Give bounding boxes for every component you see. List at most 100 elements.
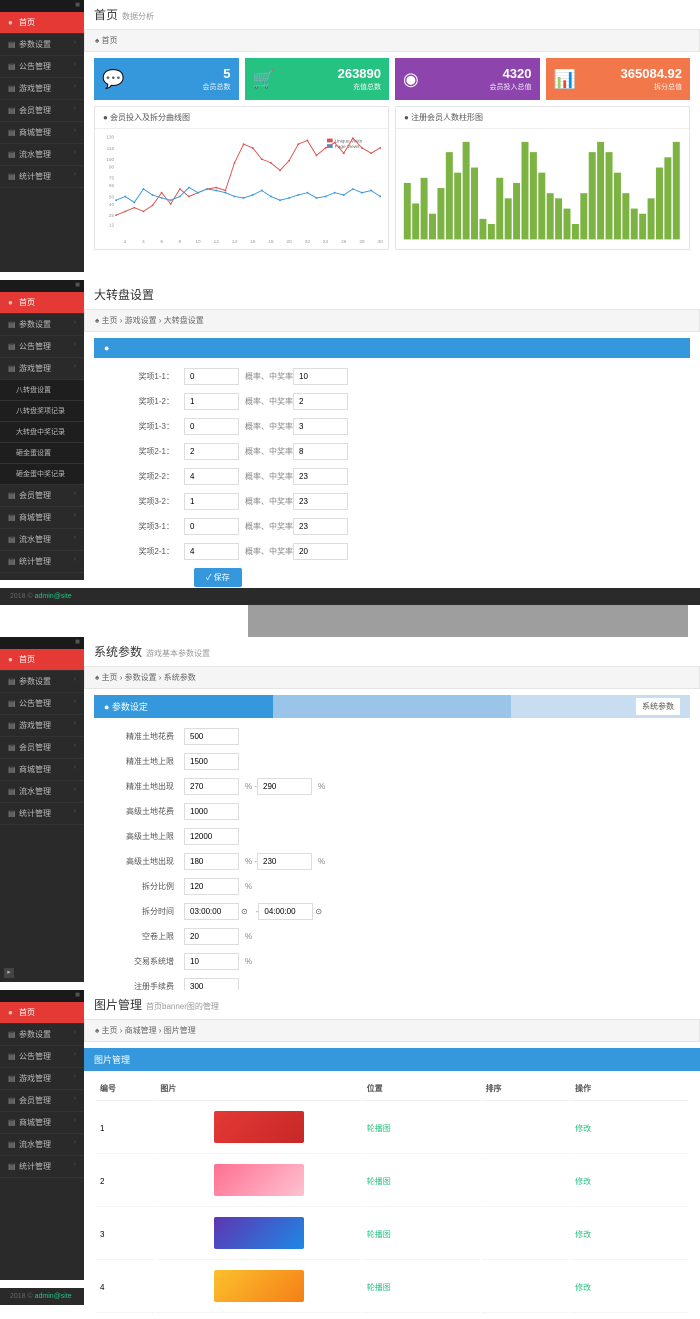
param-input[interactable]	[184, 953, 239, 970]
prize-input[interactable]	[184, 368, 239, 385]
prize-input[interactable]	[184, 518, 239, 535]
stat-card[interactable]: ◉4320会员投入总值	[395, 58, 540, 100]
param-input[interactable]	[258, 903, 313, 920]
sidebar-item[interactable]: ●首页	[0, 649, 84, 671]
param-input[interactable]	[184, 778, 239, 795]
sidebar-item[interactable]: ▤游戏管理›	[0, 78, 84, 100]
sidebar-item[interactable]: ▤流水管理›	[0, 1134, 84, 1156]
prize-input[interactable]	[184, 393, 239, 410]
sidebar-item[interactable]: ▤商城管理›	[0, 122, 84, 144]
edit-link[interactable]: 修改	[571, 1209, 688, 1260]
sidebar-item[interactable]: ▤会员管理›	[0, 737, 84, 759]
sidebar-item[interactable]: ▤统计管理›	[0, 1156, 84, 1178]
sidebar-item[interactable]: 八转盘设置	[0, 380, 84, 401]
param-input[interactable]	[184, 753, 239, 770]
cell-position[interactable]: 轮播图	[363, 1156, 480, 1207]
sidebar-item[interactable]: ▤流水管理›	[0, 144, 84, 166]
sidebar-item[interactable]: ▤商城管理›	[0, 1112, 84, 1134]
sidebar-item[interactable]: ▤会员管理›	[0, 485, 84, 507]
cell-position[interactable]: 轮播图	[363, 1209, 480, 1260]
param-input[interactable]	[184, 853, 239, 870]
rate-input[interactable]	[293, 468, 348, 485]
prize-input[interactable]	[184, 543, 239, 560]
param-input[interactable]	[184, 828, 239, 845]
sidebar-item[interactable]: ●首页	[0, 12, 84, 34]
cell-position[interactable]: 轮播图	[363, 1262, 480, 1313]
stat-card[interactable]: 🛒263890充值总数	[245, 58, 390, 100]
rate-input[interactable]	[293, 393, 348, 410]
sidebar-item[interactable]: ▤参数设置›	[0, 671, 84, 693]
sidebar-item[interactable]: ▤公告管理›	[0, 1046, 84, 1068]
banner-thumbnail[interactable]	[214, 1111, 304, 1143]
sidebar-item[interactable]: ▤流水管理›	[0, 781, 84, 803]
param-input[interactable]	[184, 928, 239, 945]
save-button[interactable]: ✓ 保存	[194, 568, 242, 587]
sidebar-item[interactable]: ▤公告管理›	[0, 693, 84, 715]
sidebar-toggle-icon[interactable]: ■	[0, 280, 84, 292]
sidebar-item[interactable]: 大转盘中奖记录	[0, 422, 84, 443]
sidebar-item[interactable]: ▤公告管理›	[0, 336, 84, 358]
rate-input[interactable]	[293, 543, 348, 560]
sidebar-item[interactable]: 砸金蛋设置	[0, 443, 84, 464]
prize-input[interactable]	[184, 443, 239, 460]
svg-text:75: 75	[109, 176, 115, 181]
sidebar-toggle-icon[interactable]: ■	[0, 637, 84, 649]
clock-icon[interactable]: ⊙	[241, 907, 248, 916]
rate-input[interactable]	[293, 443, 348, 460]
edit-link[interactable]: 修改	[571, 1156, 688, 1207]
sidebar-item[interactable]: ▤参数设置›	[0, 314, 84, 336]
sidebar-item[interactable]: ▤游戏管理›	[0, 358, 84, 380]
sidebar-item[interactable]: ▤游戏管理›	[0, 715, 84, 737]
sidebar-toggle-icon[interactable]: ■	[0, 990, 84, 1002]
sidebar-item[interactable]: ▤统计管理›	[0, 166, 84, 188]
prize-input[interactable]	[184, 468, 239, 485]
rate-input[interactable]	[293, 518, 348, 535]
sidebar-item[interactable]: ▤会员管理›	[0, 100, 84, 122]
sidebar-item[interactable]: ▤公告管理›	[0, 56, 84, 78]
sidebar-item[interactable]: ▤商城管理›	[0, 507, 84, 529]
unit-label: %	[245, 932, 252, 941]
rate-input[interactable]	[293, 493, 348, 510]
banner-thumbnail[interactable]	[214, 1164, 304, 1196]
tab-system-params[interactable]: 系统参数	[636, 698, 680, 715]
stat-icon: 🛒	[253, 69, 275, 90]
sidebar-item[interactable]: 八转盘奖项记录	[0, 401, 84, 422]
field-label: 概率、中奖率	[245, 396, 293, 407]
cell-position[interactable]: 轮播图	[363, 1103, 480, 1154]
stat-card[interactable]: 💬5会员总数	[94, 58, 239, 100]
sidebar-item[interactable]: ▤统计管理›	[0, 803, 84, 825]
stat-card[interactable]: 📊365084.92拆分总值	[546, 58, 691, 100]
rate-input[interactable]	[293, 418, 348, 435]
sidebar-item[interactable]: ▤参数设置›	[0, 34, 84, 56]
sidebar-item[interactable]: ▤参数设置›	[0, 1024, 84, 1046]
param-input[interactable]	[184, 728, 239, 745]
sidebar-toggle-icon[interactable]: ■	[0, 0, 84, 12]
clock-icon[interactable]: ⊙	[315, 907, 322, 916]
field-label: 奖项1-2：	[114, 396, 184, 407]
field-label: 空卷上限	[114, 931, 184, 942]
edit-link[interactable]: 修改	[571, 1262, 688, 1313]
param-input[interactable]	[184, 878, 239, 895]
param-input[interactable]	[257, 853, 312, 870]
rate-input[interactable]	[293, 368, 348, 385]
sidebar-item[interactable]: ▤流水管理›	[0, 529, 84, 551]
sidebar-item[interactable]: ▤商城管理›	[0, 759, 84, 781]
prize-input[interactable]	[184, 493, 239, 510]
sidebar-item[interactable]: ●首页	[0, 292, 84, 314]
footer-link[interactable]: admin@site	[35, 593, 72, 600]
edit-link[interactable]: 修改	[571, 1103, 688, 1154]
sidebar-item[interactable]: ▤会员管理›	[0, 1090, 84, 1112]
param-input[interactable]	[184, 903, 239, 920]
banner-thumbnail[interactable]	[214, 1270, 304, 1302]
banner-thumbnail[interactable]	[214, 1217, 304, 1249]
sidebar-item[interactable]: 砸金蛋中奖记录	[0, 464, 84, 485]
expand-icon[interactable]: ▸	[4, 968, 14, 978]
footer-link[interactable]: admin@site	[35, 1293, 72, 1300]
param-row: 高级土地出现% - %	[114, 853, 670, 870]
sidebar-item[interactable]: ▤游戏管理›	[0, 1068, 84, 1090]
param-input[interactable]	[184, 803, 239, 820]
prize-input[interactable]	[184, 418, 239, 435]
sidebar-item[interactable]: ●首页	[0, 1002, 84, 1024]
param-input[interactable]	[257, 778, 312, 795]
sidebar-item[interactable]: ▤统计管理›	[0, 551, 84, 573]
